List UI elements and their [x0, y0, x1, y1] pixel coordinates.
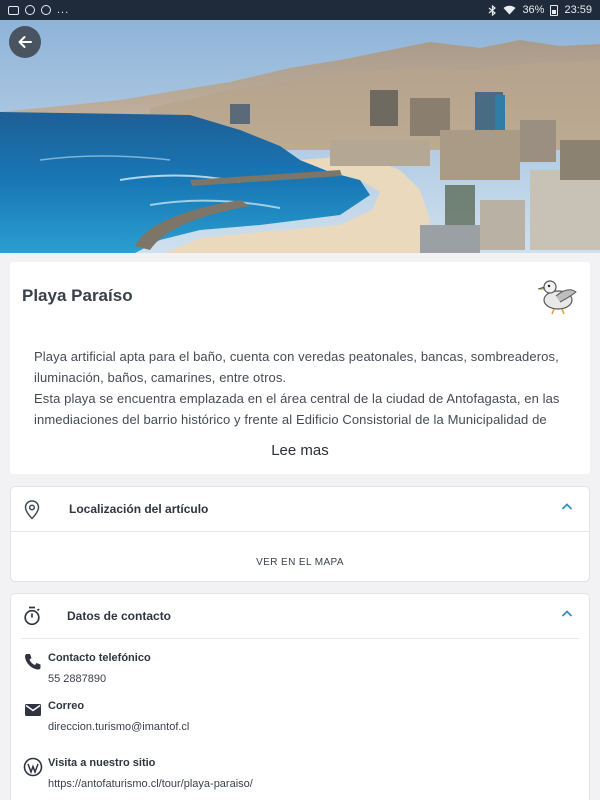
arrow-left-icon — [18, 36, 32, 48]
divider — [11, 531, 589, 532]
view-on-map-button[interactable]: VER EN EL MAPA — [11, 557, 589, 568]
status-bar-right: 36% 23:59 — [488, 4, 592, 16]
description-paragraph-2: Esta playa se encuentra emplazada en el … — [34, 391, 560, 427]
hero-image — [0, 20, 600, 253]
bluetooth-icon — [489, 4, 497, 16]
contact-card-title: Datos de contacto — [67, 609, 172, 623]
chevron-up-icon[interactable] — [561, 609, 573, 619]
more-notifications-indicator: ... — [57, 4, 70, 16]
website-value[interactable]: https://antofaturismo.cl/tour/playa-para… — [48, 778, 253, 790]
sync-notification-icon — [25, 5, 35, 15]
page-title: Playa Paraíso — [22, 286, 133, 305]
place-description: Playa artificial apta para el baño, cuen… — [34, 346, 568, 428]
phone-label: Contacto telefónico — [48, 652, 151, 664]
beach-city-photo — [0, 20, 600, 253]
website-label: Visita a nuestro sitio — [48, 757, 156, 769]
back-button[interactable] — [9, 26, 41, 58]
location-card-header[interactable]: Localización del artículo — [11, 487, 589, 531]
place-info-card: Playa Paraíso Playa artificial apta para… — [10, 262, 590, 474]
location-card: Localización del artículo VER EN EL MAPA — [10, 486, 590, 582]
settings-notification-icon — [41, 5, 51, 15]
gallery-notification-icon — [8, 5, 19, 15]
stopwatch-icon — [24, 606, 40, 626]
phone-icon — [25, 654, 41, 670]
map-pin-icon — [24, 500, 40, 520]
wifi-icon — [503, 5, 516, 15]
wordpress-icon — [23, 757, 43, 777]
read-more-button[interactable]: Lee mas — [10, 442, 590, 459]
contact-card: Datos de contacto Contacto telefónico 55… — [10, 593, 590, 800]
contact-card-header[interactable]: Datos de contacto — [11, 594, 589, 638]
status-bar-left: ... — [8, 4, 69, 16]
battery-percentage: 36% — [522, 4, 545, 16]
email-value[interactable]: direccion.turismo@imantof.cl — [48, 721, 189, 733]
seagull-mascot-icon — [537, 280, 577, 315]
battery-icon — [550, 4, 559, 16]
chevron-up-icon[interactable] — [561, 502, 573, 512]
description-paragraph-1: Playa artificial apta para el baño, cuen… — [34, 349, 559, 385]
email-label: Correo — [48, 700, 85, 712]
phone-value[interactable]: 55 2887890 — [48, 673, 106, 685]
envelope-icon — [25, 704, 41, 716]
location-card-title: Localización del artículo — [69, 502, 209, 516]
status-time: 23:59 — [564, 4, 592, 16]
status-bar: ... 36% 23:59 — [0, 0, 600, 20]
divider — [21, 638, 579, 639]
